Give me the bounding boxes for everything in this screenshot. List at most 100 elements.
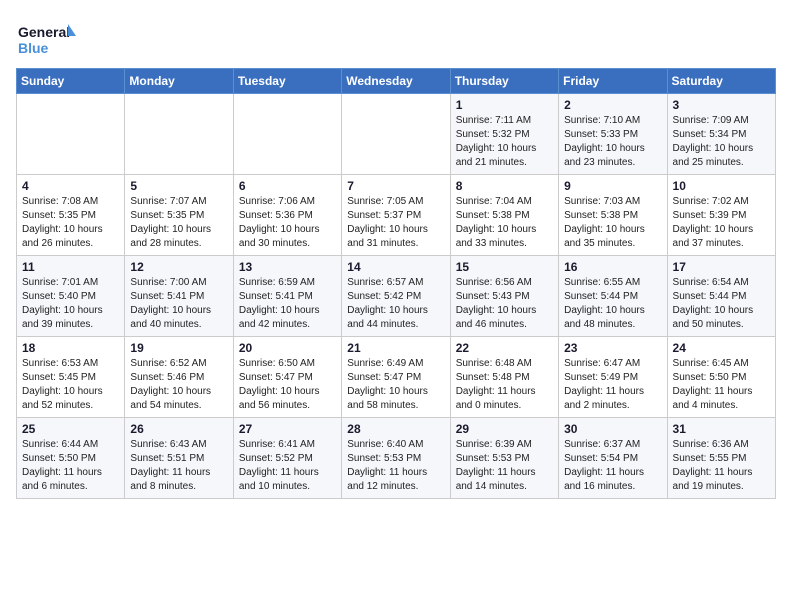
calendar-cell: 1 Sunrise: 7:11 AM Sunset: 5:32 PM Daylig… xyxy=(450,94,558,175)
calendar-cell: 6 Sunrise: 7:06 AM Sunset: 5:36 PM Daylig… xyxy=(233,175,341,256)
calendar-cell: 29 Sunrise: 6:39 AM Sunset: 5:53 PM Dayli… xyxy=(450,418,558,499)
calendar-cell: 8 Sunrise: 7:04 AM Sunset: 5:38 PM Daylig… xyxy=(450,175,558,256)
calendar-header-row: SundayMondayTuesdayWednesdayThursdayFrid… xyxy=(17,69,776,94)
calendar-week-row: 1 Sunrise: 7:11 AM Sunset: 5:32 PM Daylig… xyxy=(17,94,776,175)
day-info: Sunrise: 6:56 AM Sunset: 5:43 PM Dayligh… xyxy=(456,276,553,332)
column-header-friday: Friday xyxy=(559,69,667,94)
day-number: 30 xyxy=(564,422,661,436)
day-number: 7 xyxy=(347,179,444,193)
day-number: 25 xyxy=(22,422,119,436)
day-info: Sunrise: 6:59 AM Sunset: 5:41 PM Dayligh… xyxy=(239,276,336,332)
day-info: Sunrise: 6:44 AM Sunset: 5:50 PM Dayligh… xyxy=(22,438,119,494)
day-number: 10 xyxy=(673,179,770,193)
svg-text:Blue: Blue xyxy=(18,40,49,56)
day-number: 9 xyxy=(564,179,661,193)
calendar-cell: 19 Sunrise: 6:52 AM Sunset: 5:46 PM Dayli… xyxy=(125,337,233,418)
day-number: 15 xyxy=(456,260,553,274)
column-header-thursday: Thursday xyxy=(450,69,558,94)
calendar-cell: 16 Sunrise: 6:55 AM Sunset: 5:44 PM Dayli… xyxy=(559,256,667,337)
calendar-cell: 22Sunrise: 6:48 AM Sunset: 5:48 PM Dayli… xyxy=(450,337,558,418)
calendar-cell: 31 Sunrise: 6:36 AM Sunset: 5:55 PM Dayli… xyxy=(667,418,775,499)
svg-text:General: General xyxy=(18,24,70,40)
calendar-cell: 28 Sunrise: 6:40 AM Sunset: 5:53 PM Dayli… xyxy=(342,418,450,499)
day-info: Sunrise: 6:37 AM Sunset: 5:54 PM Dayligh… xyxy=(564,438,661,494)
day-number: 19 xyxy=(130,341,227,355)
page-header: General Blue xyxy=(16,16,776,60)
calendar-week-row: 11 Sunrise: 7:01 AM Sunset: 5:40 PM Dayli… xyxy=(17,256,776,337)
day-info: Sunrise: 7:09 AM Sunset: 5:34 PM Dayligh… xyxy=(673,114,770,170)
day-info: Sunrise: 6:50 AM Sunset: 5:47 PM Dayligh… xyxy=(239,357,336,413)
calendar-cell xyxy=(233,94,341,175)
day-info: Sunrise: 6:40 AM Sunset: 5:53 PM Dayligh… xyxy=(347,438,444,494)
day-number: 3 xyxy=(673,98,770,112)
column-header-monday: Monday xyxy=(125,69,233,94)
calendar-cell: 14 Sunrise: 6:57 AM Sunset: 5:42 PM Dayli… xyxy=(342,256,450,337)
day-number: 8 xyxy=(456,179,553,193)
calendar-cell: 5 Sunrise: 7:07 AM Sunset: 5:35 PM Daylig… xyxy=(125,175,233,256)
day-number: 5 xyxy=(130,179,227,193)
calendar-cell: 27Sunrise: 6:41 AM Sunset: 5:52 PM Dayli… xyxy=(233,418,341,499)
day-number: 2 xyxy=(564,98,661,112)
calendar-cell: 9 Sunrise: 7:03 AM Sunset: 5:38 PM Daylig… xyxy=(559,175,667,256)
calendar-cell: 7Sunrise: 7:05 AM Sunset: 5:37 PM Daylig… xyxy=(342,175,450,256)
day-number: 14 xyxy=(347,260,444,274)
calendar-cell xyxy=(17,94,125,175)
day-info: Sunrise: 7:07 AM Sunset: 5:35 PM Dayligh… xyxy=(130,195,227,251)
calendar-cell: 26 Sunrise: 6:43 AM Sunset: 5:51 PM Dayli… xyxy=(125,418,233,499)
calendar-week-row: 18Sunrise: 6:53 AM Sunset: 5:45 PM Dayli… xyxy=(17,337,776,418)
day-info: Sunrise: 6:49 AM Sunset: 5:47 PM Dayligh… xyxy=(347,357,444,413)
logo: General Blue xyxy=(16,20,76,60)
day-number: 1 xyxy=(456,98,553,112)
day-number: 20 xyxy=(239,341,336,355)
calendar-cell xyxy=(342,94,450,175)
day-info: Sunrise: 7:03 AM Sunset: 5:38 PM Dayligh… xyxy=(564,195,661,251)
day-info: Sunrise: 6:57 AM Sunset: 5:42 PM Dayligh… xyxy=(347,276,444,332)
calendar-cell xyxy=(125,94,233,175)
day-number: 26 xyxy=(130,422,227,436)
day-info: Sunrise: 6:39 AM Sunset: 5:53 PM Dayligh… xyxy=(456,438,553,494)
calendar-cell: 10 Sunrise: 7:02 AM Sunset: 5:39 PM Dayli… xyxy=(667,175,775,256)
day-number: 4 xyxy=(22,179,119,193)
day-number: 6 xyxy=(239,179,336,193)
day-number: 31 xyxy=(673,422,770,436)
calendar-cell: 24Sunrise: 6:45 AM Sunset: 5:50 PM Dayli… xyxy=(667,337,775,418)
day-info: Sunrise: 6:36 AM Sunset: 5:55 PM Dayligh… xyxy=(673,438,770,494)
column-header-saturday: Saturday xyxy=(667,69,775,94)
calendar-cell: 15 Sunrise: 6:56 AM Sunset: 5:43 PM Dayli… xyxy=(450,256,558,337)
day-number: 27 xyxy=(239,422,336,436)
calendar-cell: 12Sunrise: 7:00 AM Sunset: 5:41 PM Dayli… xyxy=(125,256,233,337)
calendar-cell: 2 Sunrise: 7:10 AM Sunset: 5:33 PM Daylig… xyxy=(559,94,667,175)
day-info: Sunrise: 7:01 AM Sunset: 5:40 PM Dayligh… xyxy=(22,276,119,332)
day-number: 22 xyxy=(456,341,553,355)
day-info: Sunrise: 7:10 AM Sunset: 5:33 PM Dayligh… xyxy=(564,114,661,170)
day-info: Sunrise: 6:43 AM Sunset: 5:51 PM Dayligh… xyxy=(130,438,227,494)
calendar-cell: 3 Sunrise: 7:09 AM Sunset: 5:34 PM Daylig… xyxy=(667,94,775,175)
day-info: Sunrise: 7:08 AM Sunset: 5:35 PM Dayligh… xyxy=(22,195,119,251)
calendar-cell: 25 Sunrise: 6:44 AM Sunset: 5:50 PM Dayli… xyxy=(17,418,125,499)
calendar-cell: 13Sunrise: 6:59 AM Sunset: 5:41 PM Dayli… xyxy=(233,256,341,337)
day-number: 28 xyxy=(347,422,444,436)
calendar-week-row: 25 Sunrise: 6:44 AM Sunset: 5:50 PM Dayli… xyxy=(17,418,776,499)
calendar-cell: 11 Sunrise: 7:01 AM Sunset: 5:40 PM Dayli… xyxy=(17,256,125,337)
calendar-cell: 4 Sunrise: 7:08 AM Sunset: 5:35 PM Daylig… xyxy=(17,175,125,256)
day-number: 29 xyxy=(456,422,553,436)
calendar-table: SundayMondayTuesdayWednesdayThursdayFrid… xyxy=(16,68,776,499)
calendar-cell: 30 Sunrise: 6:37 AM Sunset: 5:54 PM Dayli… xyxy=(559,418,667,499)
column-header-wednesday: Wednesday xyxy=(342,69,450,94)
day-info: Sunrise: 7:04 AM Sunset: 5:38 PM Dayligh… xyxy=(456,195,553,251)
day-info: Sunrise: 6:47 AM Sunset: 5:49 PM Dayligh… xyxy=(564,357,661,413)
day-info: Sunrise: 7:11 AM Sunset: 5:32 PM Dayligh… xyxy=(456,114,553,170)
calendar-cell: 21Sunrise: 6:49 AM Sunset: 5:47 PM Dayli… xyxy=(342,337,450,418)
calendar-week-row: 4 Sunrise: 7:08 AM Sunset: 5:35 PM Daylig… xyxy=(17,175,776,256)
day-info: Sunrise: 6:55 AM Sunset: 5:44 PM Dayligh… xyxy=(564,276,661,332)
day-number: 17 xyxy=(673,260,770,274)
day-info: Sunrise: 7:02 AM Sunset: 5:39 PM Dayligh… xyxy=(673,195,770,251)
day-number: 23 xyxy=(564,341,661,355)
column-header-sunday: Sunday xyxy=(17,69,125,94)
day-number: 11 xyxy=(22,260,119,274)
day-number: 16 xyxy=(564,260,661,274)
day-info: Sunrise: 6:52 AM Sunset: 5:46 PM Dayligh… xyxy=(130,357,227,413)
day-info: Sunrise: 7:06 AM Sunset: 5:36 PM Dayligh… xyxy=(239,195,336,251)
calendar-cell: 23 Sunrise: 6:47 AM Sunset: 5:49 PM Dayli… xyxy=(559,337,667,418)
day-info: Sunrise: 7:00 AM Sunset: 5:41 PM Dayligh… xyxy=(130,276,227,332)
